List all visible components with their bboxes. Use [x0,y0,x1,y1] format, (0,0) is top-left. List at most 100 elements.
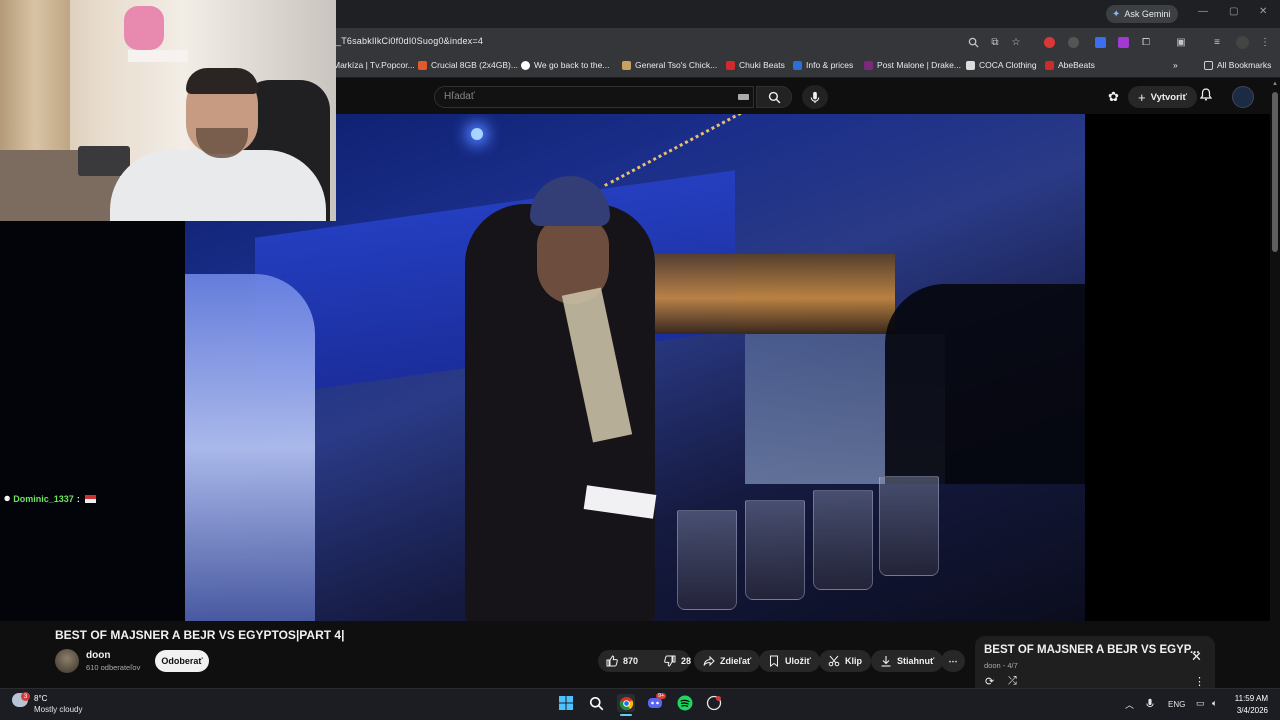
windows-taskbar [0,688,1280,720]
like-button[interactable]: 870 [598,650,646,672]
microphone-icon [810,91,820,103]
save-button[interactable]: Uložiť [759,650,820,672]
video-frame-cup [677,510,737,610]
video-frame-cup [813,490,873,590]
close-window-icon[interactable]: ✕ [1259,6,1267,17]
chat-user-icon: ⚉ [4,496,11,503]
maximize-icon[interactable]: ▢ [1229,6,1238,17]
close-playlist-icon[interactable]: ✕ [1191,649,1202,665]
windows-start-icon[interactable] [558,695,574,711]
url-field[interactable]: _T6sabkIlkCi0f0dI0Suog0&index=4 [336,36,483,46]
scroll-up-arrow-icon[interactable]: ▲ [1272,81,1278,87]
notifications-bell-icon[interactable] [1199,88,1213,104]
video-frame-hat [530,176,610,226]
search-button[interactable] [756,86,792,108]
create-label: Vytvoriť [1150,91,1187,103]
extension-purple-icon[interactable] [1116,35,1130,49]
bookmarks-overflow-button[interactable]: » [1173,60,1178,70]
weather-badge: 3 [21,692,30,701]
tray-microphone-icon[interactable] [1146,698,1154,711]
scrollbar-thumb[interactable] [1272,92,1278,252]
bookmark-star-icon[interactable]: ☆ [1009,35,1023,49]
playlist-title[interactable]: BEST OF MAJSNER A BEJR VS EGYP... [984,644,1200,656]
bookmark-favicon-icon [622,60,631,70]
sidepanel-icon[interactable]: ▣ [1174,35,1188,49]
bookmark-item[interactable]: Chuki Beats [726,60,785,70]
bookmark-item[interactable]: AbeBeats [1045,60,1095,70]
playlist-more-icon[interactable]: ⋮ [1194,675,1205,688]
subscribe-button[interactable]: Odoberať [155,650,209,672]
more-actions-button[interactable]: ⋯ [941,650,965,672]
shuffle-icon[interactable]: ⤮ [1008,675,1017,688]
keyboard-icon[interactable] [738,94,749,100]
clip-label: Klip [845,656,862,666]
scissors-icon [828,655,840,667]
extension-gear-icon[interactable]: ✿ [1108,89,1119,105]
discord-badge: 9+ [656,693,667,699]
taskbar-search-icon[interactable] [588,695,604,711]
playlist-subtitle: doon - 4/7 [984,661,1018,670]
like-dislike-group: 870 28 [598,650,691,672]
search-icon [768,91,780,103]
zoom-icon[interactable] [966,35,980,49]
extension-gray-icon[interactable] [1066,35,1080,49]
cast-icon[interactable]: ⧉ [988,35,1002,49]
thumbs-down-icon [664,655,676,667]
tray-chevron-icon[interactable]: ︿ [1125,698,1134,711]
clock-time[interactable]: 11:59 AM [1234,694,1268,703]
share-button[interactable]: Zdieľať [694,650,761,672]
bookmark-item[interactable]: Info & prices [793,60,853,70]
display-icon[interactable]: ▭ [1196,698,1205,709]
voice-search-button[interactable] [802,85,828,109]
chrome-icon[interactable] [617,694,635,712]
bookmark-item[interactable]: Crucial 8GB (2x4GB)... [418,60,518,70]
bookmark-favicon-icon [1045,60,1054,70]
video-frame-light [471,128,483,140]
video-frame-arm [185,274,315,621]
extension-red-icon[interactable] [1042,35,1056,49]
download-icon [881,656,891,667]
bookmark-item[interactable]: We go back to the... [521,60,609,70]
extensions-puzzle-icon[interactable]: ⧠ [1139,35,1153,49]
spotify-icon[interactable] [677,695,693,711]
browser-menu-icon[interactable]: ⋮ [1258,35,1272,49]
folder-icon [1204,60,1213,70]
app-icon[interactable] [706,695,722,711]
bookmark-item[interactable]: Post Malone | Drake... [864,60,961,70]
subscriber-count: 610 odberateľov [86,663,141,672]
bookmark-favicon-icon [418,60,427,70]
channel-name[interactable]: doon [86,650,110,661]
dislike-button[interactable]: 28 [656,650,699,672]
bookmark-item[interactable]: Markíza | Tv.Popcor... [333,60,415,70]
search-input[interactable] [434,86,754,108]
minimize-icon[interactable]: — [1198,6,1208,17]
tab-search-icon[interactable]: ≡ [1210,35,1224,49]
webcam-streamer-shirt [110,150,326,221]
video-frame-shadow [885,284,1085,484]
gemini-icon: ✦ [1112,8,1121,20]
chat-colon: : [76,494,80,504]
weather-description[interactable]: Mostly cloudy [34,705,82,714]
account-avatar[interactable] [1232,86,1254,108]
create-button[interactable]: + Vytvoriť [1128,86,1197,108]
bookmark-item[interactable]: COCA Clothing [966,60,1037,70]
clip-button[interactable]: Klip [819,650,871,672]
bookmark-icon [770,655,778,667]
extension-blue-icon[interactable] [1093,35,1107,49]
share-icon [703,655,715,667]
clock-date[interactable]: 3/4/2026 [1234,706,1268,715]
volume-icon[interactable]: 🔈︎ [1212,698,1217,709]
video-frame-cup [879,476,939,576]
chat-message: ⚉ Dominic_1337 : [4,494,96,504]
language-indicator[interactable]: ENG [1168,700,1185,709]
weather-temperature[interactable]: 8°C [34,694,47,703]
bookmark-item[interactable]: General Tso's Chick... [622,60,717,70]
all-bookmarks-button[interactable]: All Bookmarks [1204,60,1271,70]
loop-icon[interactable]: ⟳ [985,675,994,688]
channel-avatar[interactable] [55,649,79,673]
download-button[interactable]: Stiahnuť [871,650,944,672]
ask-gemini-button[interactable]: ✦ Ask Gemini [1106,5,1179,23]
plus-icon: + [1138,89,1146,105]
flag-emote-icon [84,495,96,503]
profile-icon[interactable] [1235,35,1249,49]
